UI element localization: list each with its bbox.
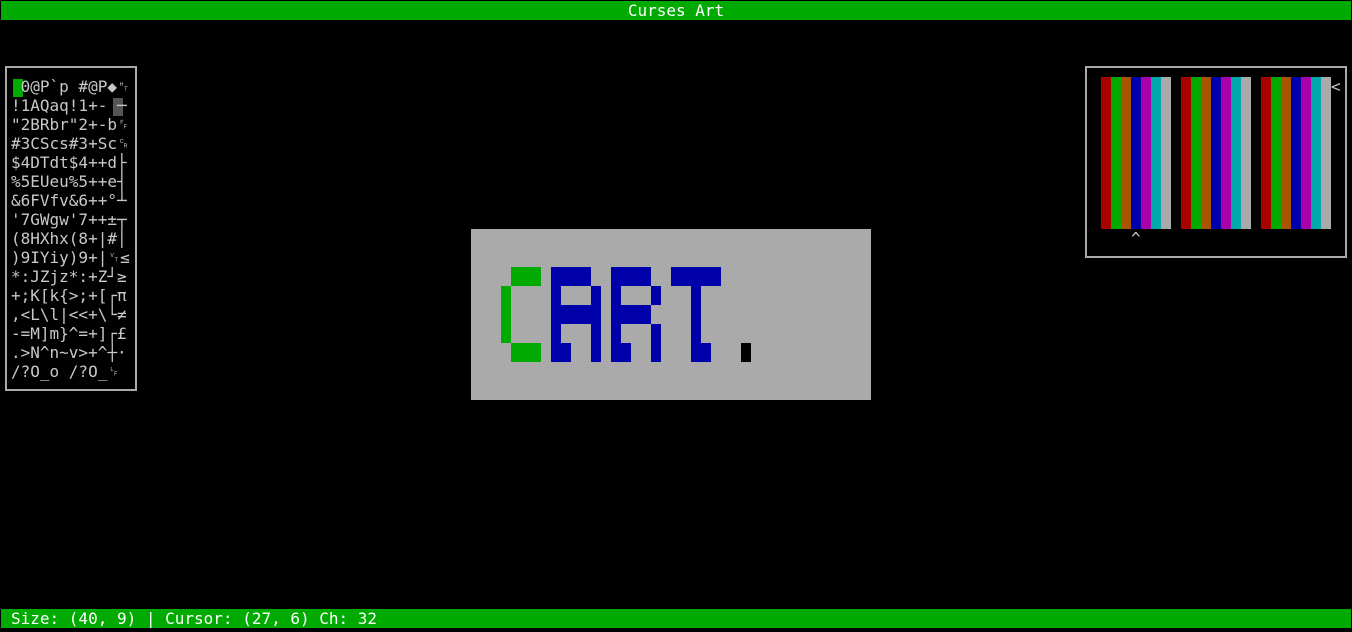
drawing-canvas[interactable] [471,229,871,400]
charmap-row[interactable]: +;K[k{>;+[┌π [11,286,127,305]
palette-bg-marker: ^ [1131,229,1141,248]
pixel-block [651,324,661,362]
color-palette-panel[interactable]: < ^ [1085,66,1347,258]
color-swatch[interactable] [1151,77,1161,229]
charmap-row[interactable]: -=M]m}^=+]┌£ [11,324,127,343]
color-swatch[interactable] [1211,77,1221,229]
color-swatch[interactable] [1291,77,1301,229]
color-swatch[interactable] [1161,77,1171,229]
pixel-block [621,343,631,362]
color-swatch[interactable] [1111,77,1121,229]
pixel-block [671,267,721,286]
charmap-row[interactable]: .>N^n~v>+^┼· [11,343,127,362]
charmap-row[interactable]: &6FVfv&6++°┴ [11,191,127,210]
charmap-row[interactable]: 0@P`p #@P◆␉ [11,77,130,96]
pixel-block [511,343,541,362]
color-swatch[interactable] [1201,77,1211,229]
pixel-block [561,343,571,362]
title-bar: Curses Art [1,1,1351,20]
pixel-block [561,305,591,324]
pixel-block [511,267,541,286]
charmap-row[interactable]: ,<L\l|<<+\└≠ [11,305,127,324]
color-swatch[interactable] [1321,77,1331,229]
charmap-row[interactable]: $4DTdt$4++d├ [11,153,127,172]
pixel-block [501,286,511,343]
pixel-block [691,286,701,362]
pixel-block [621,305,651,324]
pixel-block [551,286,561,362]
pixel-block [611,286,621,362]
color-swatch[interactable] [1311,77,1321,229]
charmap-row[interactable]: *:JZjz*:+Z┘≥ [11,267,127,286]
charmap-row[interactable]: #3CScs#3+Sc␍ [11,134,130,153]
color-swatch[interactable] [1261,77,1271,229]
status-bar: Size: (40, 9) | Cursor: (27, 6) Ch: 32 [1,609,1351,628]
pixel-block [701,343,711,362]
palette-fg-marker: < [1331,77,1341,96]
color-swatch[interactable] [1241,77,1251,229]
color-swatch[interactable] [1141,77,1151,229]
color-swatch[interactable] [1131,77,1141,229]
pixel-block [651,286,661,305]
text-cursor [741,343,751,362]
charmap-row[interactable]: )9IYiy)9+|␋≤ [11,248,130,267]
color-swatch[interactable] [1281,77,1291,229]
color-swatch[interactable] [1181,77,1191,229]
pixel-block [591,286,601,362]
charmap-row[interactable]: /?O_o /?O_␊ [11,362,120,381]
color-swatch[interactable] [1271,77,1281,229]
character-map-panel[interactable]: 0@P`p #@P◆␉ !1AQaq!1+- ─ "2BRbr"2+-b␌ #3… [5,66,137,391]
color-swatch[interactable] [1101,77,1111,229]
color-swatch[interactable] [1191,77,1201,229]
charmap-row[interactable]: %5EUeu%5++e┤ [11,172,127,191]
charmap-row[interactable]: '7GWgw'7++±┬ [11,210,127,229]
charmap-row[interactable]: "2BRbr"2+-b␌ [11,115,130,134]
pixel-block [551,267,591,286]
color-swatch[interactable] [1301,77,1311,229]
pixel-block [611,267,651,286]
color-swatch[interactable] [1231,77,1241,229]
charmap-row[interactable]: !1AQaq!1+- ─ [11,96,127,115]
color-swatch[interactable] [1221,77,1231,229]
charmap-row[interactable]: (8HXhx(8+|#│ [11,229,127,248]
color-swatch[interactable] [1121,77,1131,229]
